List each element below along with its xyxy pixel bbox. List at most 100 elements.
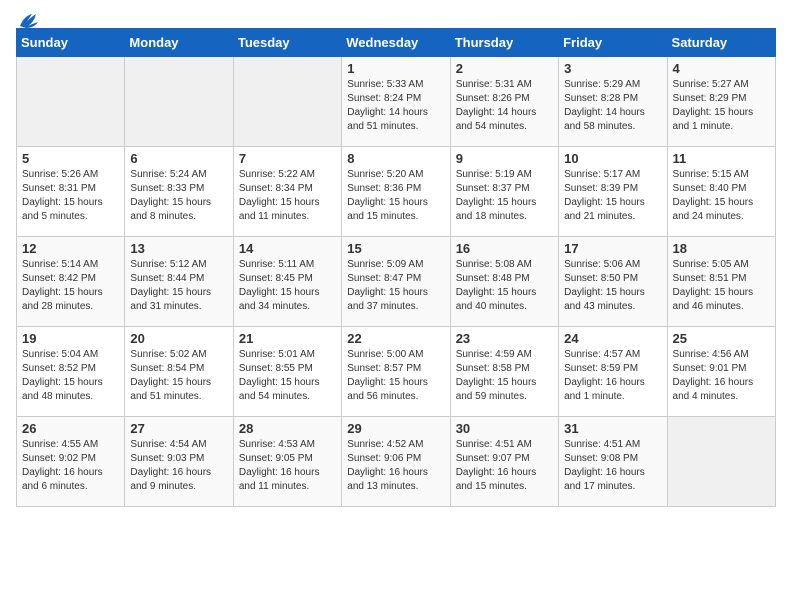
sunrise-text: Sunrise: 4:55 AM — [22, 438, 119, 452]
sunset-text: Sunset: 8:39 PM — [564, 182, 661, 196]
daylight-text: Daylight: 16 hours and 4 minutes. — [673, 376, 770, 404]
sunrise-text: Sunrise: 4:51 AM — [456, 438, 553, 452]
calendar-cell: 12 Sunrise: 5:14 AM Sunset: 8:42 PM Dayl… — [17, 237, 125, 327]
day-number: 26 — [22, 421, 119, 436]
daylight-text: Daylight: 15 hours and 15 minutes. — [347, 196, 444, 224]
calendar-cell: 7 Sunrise: 5:22 AM Sunset: 8:34 PM Dayli… — [233, 147, 341, 237]
calendar-cell: 1 Sunrise: 5:33 AM Sunset: 8:24 PM Dayli… — [342, 57, 450, 147]
day-info: Sunrise: 4:59 AM Sunset: 8:58 PM Dayligh… — [456, 348, 553, 404]
sunrise-text: Sunrise: 5:00 AM — [347, 348, 444, 362]
calendar-cell — [17, 57, 125, 147]
sunset-text: Sunset: 9:06 PM — [347, 452, 444, 466]
daylight-text: Daylight: 14 hours and 54 minutes. — [456, 106, 553, 134]
day-number: 29 — [347, 421, 444, 436]
sunset-text: Sunset: 8:44 PM — [130, 272, 227, 286]
day-number: 11 — [673, 151, 770, 166]
day-info: Sunrise: 4:51 AM Sunset: 9:07 PM Dayligh… — [456, 438, 553, 494]
calendar-cell: 24 Sunrise: 4:57 AM Sunset: 8:59 PM Dayl… — [559, 327, 667, 417]
daylight-text: Daylight: 15 hours and 18 minutes. — [456, 196, 553, 224]
sunrise-text: Sunrise: 5:15 AM — [673, 168, 770, 182]
daylight-text: Daylight: 16 hours and 1 minute. — [564, 376, 661, 404]
week-row-5: 26 Sunrise: 4:55 AM Sunset: 9:02 PM Dayl… — [17, 417, 776, 507]
daylight-text: Daylight: 15 hours and 46 minutes. — [673, 286, 770, 314]
day-info: Sunrise: 5:20 AM Sunset: 8:36 PM Dayligh… — [347, 168, 444, 224]
daylight-text: Daylight: 16 hours and 17 minutes. — [564, 466, 661, 494]
day-number: 8 — [347, 151, 444, 166]
sunset-text: Sunset: 9:08 PM — [564, 452, 661, 466]
logo-bird-icon — [18, 12, 40, 30]
day-number: 19 — [22, 331, 119, 346]
day-info: Sunrise: 5:15 AM Sunset: 8:40 PM Dayligh… — [673, 168, 770, 224]
day-info: Sunrise: 5:27 AM Sunset: 8:29 PM Dayligh… — [673, 78, 770, 134]
sunrise-text: Sunrise: 5:06 AM — [564, 258, 661, 272]
day-info: Sunrise: 5:33 AM Sunset: 8:24 PM Dayligh… — [347, 78, 444, 134]
day-number: 23 — [456, 331, 553, 346]
calendar-cell: 16 Sunrise: 5:08 AM Sunset: 8:48 PM Dayl… — [450, 237, 558, 327]
sunset-text: Sunset: 9:03 PM — [130, 452, 227, 466]
calendar-cell: 14 Sunrise: 5:11 AM Sunset: 8:45 PM Dayl… — [233, 237, 341, 327]
calendar-cell: 28 Sunrise: 4:53 AM Sunset: 9:05 PM Dayl… — [233, 417, 341, 507]
day-info: Sunrise: 5:01 AM Sunset: 8:55 PM Dayligh… — [239, 348, 336, 404]
day-info: Sunrise: 5:11 AM Sunset: 8:45 PM Dayligh… — [239, 258, 336, 314]
sunrise-text: Sunrise: 5:17 AM — [564, 168, 661, 182]
sunset-text: Sunset: 8:24 PM — [347, 92, 444, 106]
day-number: 25 — [673, 331, 770, 346]
day-info: Sunrise: 5:31 AM Sunset: 8:26 PM Dayligh… — [456, 78, 553, 134]
calendar-cell — [233, 57, 341, 147]
calendar-cell: 26 Sunrise: 4:55 AM Sunset: 9:02 PM Dayl… — [17, 417, 125, 507]
day-info: Sunrise: 4:54 AM Sunset: 9:03 PM Dayligh… — [130, 438, 227, 494]
header-saturday: Saturday — [667, 29, 775, 57]
day-info: Sunrise: 4:53 AM Sunset: 9:05 PM Dayligh… — [239, 438, 336, 494]
day-number: 20 — [130, 331, 227, 346]
day-number: 16 — [456, 241, 553, 256]
calendar-cell: 20 Sunrise: 5:02 AM Sunset: 8:54 PM Dayl… — [125, 327, 233, 417]
day-number: 31 — [564, 421, 661, 436]
day-number: 3 — [564, 61, 661, 76]
page-header — [16, 16, 776, 24]
calendar-cell: 8 Sunrise: 5:20 AM Sunset: 8:36 PM Dayli… — [342, 147, 450, 237]
sunrise-text: Sunrise: 5:14 AM — [22, 258, 119, 272]
calendar-cell: 18 Sunrise: 5:05 AM Sunset: 8:51 PM Dayl… — [667, 237, 775, 327]
daylight-text: Daylight: 15 hours and 54 minutes. — [239, 376, 336, 404]
header-row: SundayMondayTuesdayWednesdayThursdayFrid… — [17, 29, 776, 57]
sunrise-text: Sunrise: 5:02 AM — [130, 348, 227, 362]
sunrise-text: Sunrise: 4:56 AM — [673, 348, 770, 362]
daylight-text: Daylight: 15 hours and 28 minutes. — [22, 286, 119, 314]
day-number: 12 — [22, 241, 119, 256]
day-info: Sunrise: 5:29 AM Sunset: 8:28 PM Dayligh… — [564, 78, 661, 134]
sunset-text: Sunset: 9:07 PM — [456, 452, 553, 466]
calendar-cell: 15 Sunrise: 5:09 AM Sunset: 8:47 PM Dayl… — [342, 237, 450, 327]
day-info: Sunrise: 5:14 AM Sunset: 8:42 PM Dayligh… — [22, 258, 119, 314]
header-tuesday: Tuesday — [233, 29, 341, 57]
daylight-text: Daylight: 16 hours and 11 minutes. — [239, 466, 336, 494]
header-wednesday: Wednesday — [342, 29, 450, 57]
sunrise-text: Sunrise: 5:22 AM — [239, 168, 336, 182]
sunset-text: Sunset: 8:33 PM — [130, 182, 227, 196]
sunset-text: Sunset: 8:58 PM — [456, 362, 553, 376]
sunset-text: Sunset: 8:50 PM — [564, 272, 661, 286]
sunrise-text: Sunrise: 5:05 AM — [673, 258, 770, 272]
sunset-text: Sunset: 8:36 PM — [347, 182, 444, 196]
sunrise-text: Sunrise: 4:52 AM — [347, 438, 444, 452]
week-row-3: 12 Sunrise: 5:14 AM Sunset: 8:42 PM Dayl… — [17, 237, 776, 327]
calendar-cell: 13 Sunrise: 5:12 AM Sunset: 8:44 PM Dayl… — [125, 237, 233, 327]
calendar-table: SundayMondayTuesdayWednesdayThursdayFrid… — [16, 28, 776, 507]
calendar-cell: 9 Sunrise: 5:19 AM Sunset: 8:37 PM Dayli… — [450, 147, 558, 237]
sunset-text: Sunset: 8:42 PM — [22, 272, 119, 286]
calendar-cell — [125, 57, 233, 147]
week-row-2: 5 Sunrise: 5:26 AM Sunset: 8:31 PM Dayli… — [17, 147, 776, 237]
calendar-cell: 30 Sunrise: 4:51 AM Sunset: 9:07 PM Dayl… — [450, 417, 558, 507]
calendar-cell: 31 Sunrise: 4:51 AM Sunset: 9:08 PM Dayl… — [559, 417, 667, 507]
calendar-cell: 21 Sunrise: 5:01 AM Sunset: 8:55 PM Dayl… — [233, 327, 341, 417]
calendar-cell: 25 Sunrise: 4:56 AM Sunset: 9:01 PM Dayl… — [667, 327, 775, 417]
sunrise-text: Sunrise: 4:57 AM — [564, 348, 661, 362]
daylight-text: Daylight: 16 hours and 13 minutes. — [347, 466, 444, 494]
daylight-text: Daylight: 15 hours and 11 minutes. — [239, 196, 336, 224]
logo — [16, 16, 40, 24]
sunset-text: Sunset: 8:28 PM — [564, 92, 661, 106]
sunrise-text: Sunrise: 5:08 AM — [456, 258, 553, 272]
sunset-text: Sunset: 8:59 PM — [564, 362, 661, 376]
day-info: Sunrise: 5:09 AM Sunset: 8:47 PM Dayligh… — [347, 258, 444, 314]
sunrise-text: Sunrise: 5:01 AM — [239, 348, 336, 362]
sunrise-text: Sunrise: 4:54 AM — [130, 438, 227, 452]
